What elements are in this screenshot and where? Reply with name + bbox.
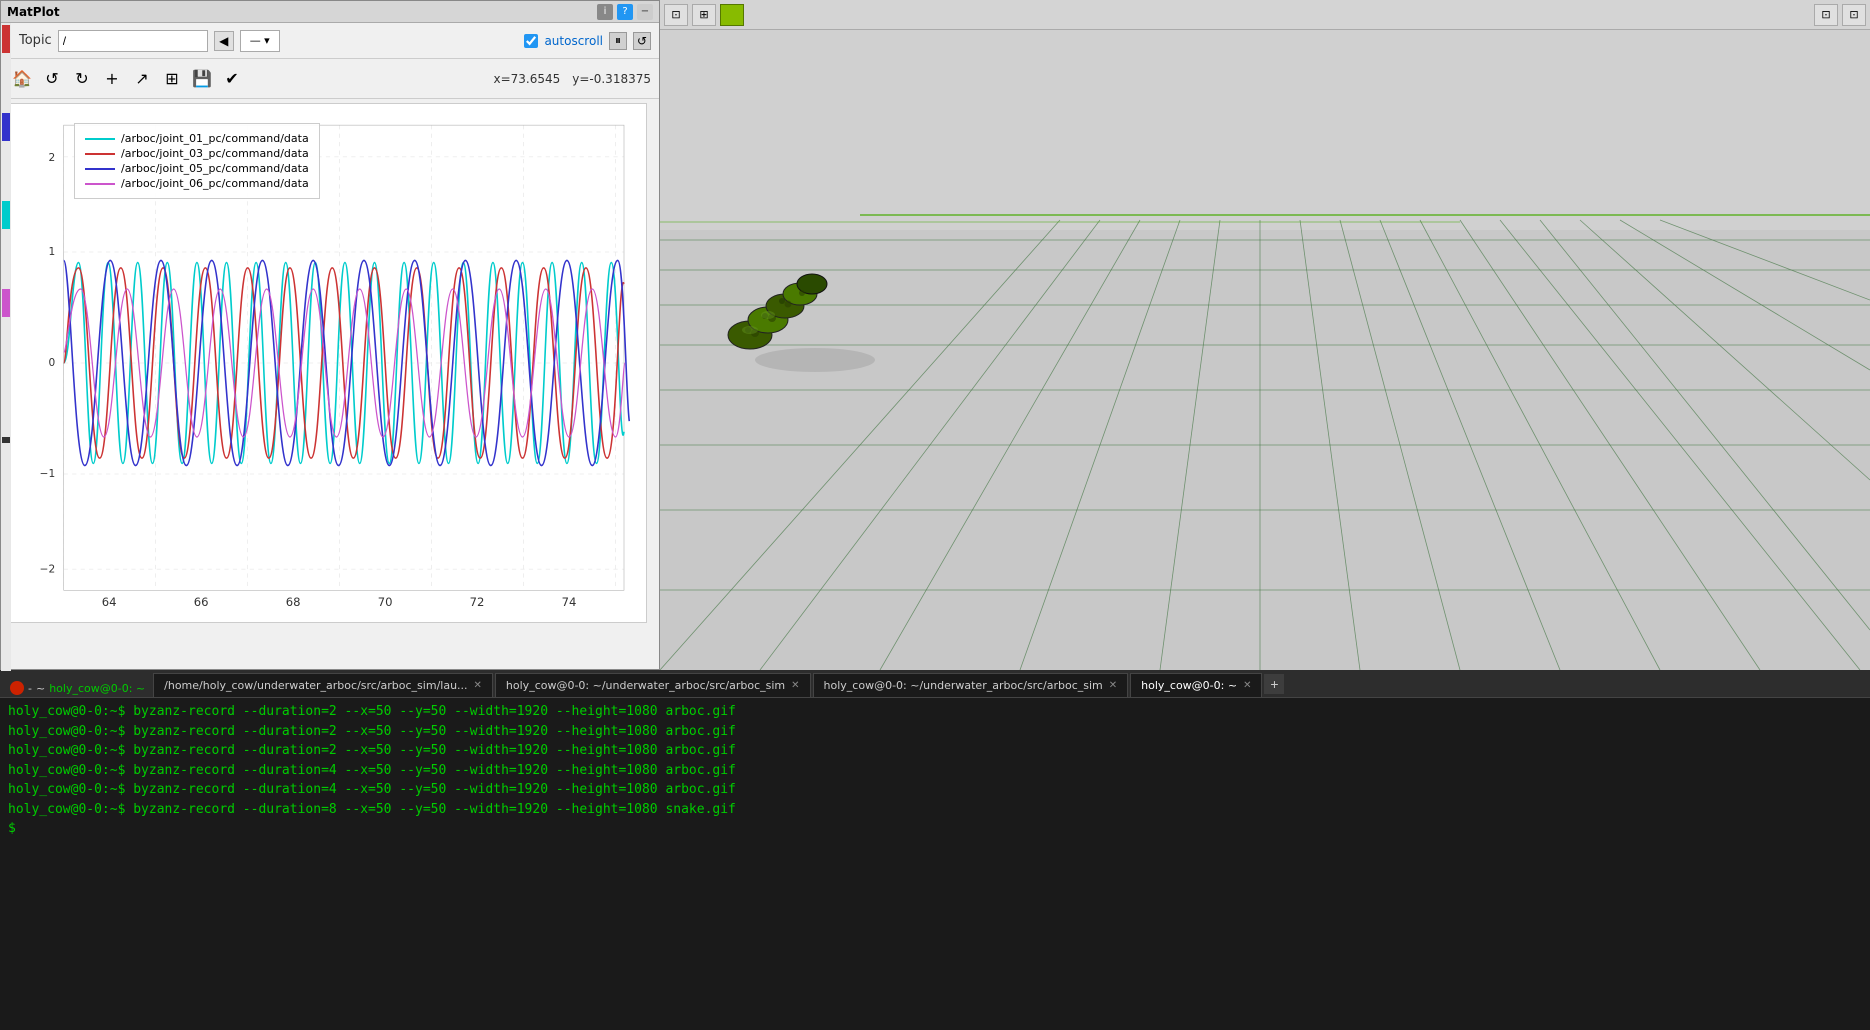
svg-text:−2: −2 [40, 563, 56, 575]
topic-bar: Topic ◀ — ▾ autoscroll ⏸ ↺ [11, 23, 659, 59]
legend-item-3: /arboc/joint_05_pc/command/data [85, 162, 309, 175]
new-tab-btn[interactable]: + [1264, 674, 1284, 694]
left-panel [1, 23, 11, 671]
terminal-tab-3[interactable]: holy_cow@0-0: ~/underwater_arboc/src/arb… [813, 673, 1129, 697]
refresh-btn[interactable]: ↺ [633, 32, 651, 50]
autoscroll-label: autoscroll [544, 34, 603, 48]
cmd-line-6: holy_cow@0-0:~$ byzanz-record --duration… [8, 800, 1862, 820]
svg-text:70: 70 [378, 595, 393, 609]
rviz-btn-4[interactable]: ⊡ [1814, 4, 1838, 26]
home-btn[interactable]: 🏠 [9, 66, 35, 92]
question-btn[interactable]: ? [617, 4, 633, 20]
scroll-indicator-dark [2, 437, 10, 443]
x-coord: x=73.6545 [493, 72, 560, 86]
tab-2-close[interactable]: ✕ [791, 680, 799, 691]
svg-text:−1: −1 [40, 468, 56, 480]
terminal-tab-2[interactable]: holy_cow@0-0: ~/underwater_arboc/src/arb… [495, 673, 811, 697]
scroll-indicator-purple [2, 289, 10, 317]
legend-color-3 [85, 168, 115, 170]
cmd-line-3: holy_cow@0-0:~$ byzanz-record --duration… [8, 741, 1862, 761]
legend-label-2: /arboc/joint_03_pc/command/data [121, 147, 309, 160]
terminal-tab-4[interactable]: holy_cow@0-0: ~ ✕ [1130, 673, 1262, 697]
topic-label: Topic [19, 33, 52, 48]
svg-text:74: 74 [562, 595, 577, 609]
back-btn[interactable]: ↺ [39, 66, 65, 92]
cmd-line-1: holy_cow@0-0:~$ byzanz-record --duration… [8, 702, 1862, 722]
viz-panel[interactable]: ⊡ ⊞ ⊡ ⊡ [660, 0, 1870, 670]
save-btn[interactable]: 💾 [189, 66, 215, 92]
plot-container[interactable]: 2 1 0 −1 −2 64 66 68 70 72 74 /a [9, 103, 647, 623]
select-btn[interactable]: ⊞ [159, 66, 185, 92]
svg-text:72: 72 [470, 595, 485, 609]
plot-coords: x=73.6545 y=-0.318375 [493, 72, 651, 86]
svg-text:0: 0 [49, 357, 56, 369]
red-dot-indicator [10, 681, 24, 695]
autoscroll-area: autoscroll [524, 34, 603, 48]
legend-item-1: /arboc/joint_01_pc/command/data [85, 132, 309, 145]
matplot-window: MatPlot i ? − Topic ◀ — ▾ autoscroll ⏸ ↺… [0, 0, 660, 670]
legend-label-3: /arboc/joint_05_pc/command/data [121, 162, 309, 175]
rviz-btn-5[interactable]: ⊡ [1842, 4, 1866, 26]
legend-box: /arboc/joint_01_pc/command/data /arboc/j… [74, 123, 320, 199]
window-title: MatPlot [7, 5, 60, 19]
rviz-btn-2[interactable]: ⊞ [692, 4, 716, 26]
config-btn[interactable]: ✔ [219, 66, 245, 92]
legend-label-1: /arboc/joint_01_pc/command/data [121, 132, 309, 145]
svg-text:66: 66 [194, 595, 209, 609]
info-btn[interactable]: i [597, 4, 613, 20]
viz-content [660, 30, 1870, 670]
svg-text:64: 64 [102, 595, 117, 609]
pause-btn[interactable]: ⏸ [609, 32, 627, 50]
terminal-tabs: - ~ holy_cow@0-0: ~ /home/holy_cow/under… [0, 670, 1870, 698]
dash-indicator: - [28, 682, 32, 695]
cmd-line-4: holy_cow@0-0:~$ byzanz-record --duration… [8, 761, 1862, 781]
tab-4-close[interactable]: ✕ [1243, 680, 1251, 691]
rviz-btn-3[interactable] [720, 4, 744, 26]
svg-text:2: 2 [49, 152, 56, 164]
legend-item-4: /arboc/joint_06_pc/command/data [85, 177, 309, 190]
tab-2-label: holy_cow@0-0: ~/underwater_arboc/src/arb… [506, 679, 785, 692]
rviz-btn-1[interactable]: ⊡ [664, 4, 688, 26]
cmd-prompt-line: $ [8, 819, 1862, 839]
viz-svg [660, 30, 1870, 670]
topic-prev-btn[interactable]: ◀ [214, 31, 234, 51]
scroll-indicator-red [2, 25, 10, 53]
scroll-indicator-cyan [2, 201, 10, 229]
legend-item-2: /arboc/joint_03_pc/command/data [85, 147, 309, 160]
tab-3-close[interactable]: ✕ [1109, 680, 1117, 691]
y-coord: y=-0.318375 [572, 72, 651, 86]
terminal-content[interactable]: holy_cow@0-0:~$ byzanz-record --duration… [0, 698, 1870, 843]
legend-color-4 [85, 183, 115, 185]
topic-input[interactable] [58, 30, 208, 52]
window-buttons: i ? − [597, 4, 653, 20]
zoom-in-btn[interactable]: + [99, 66, 125, 92]
terminal-tab-1[interactable]: /home/holy_cow/underwater_arboc/src/arbo… [153, 673, 493, 697]
close-btn[interactable]: − [637, 4, 653, 20]
active-tab-title: holy_cow@0-0: ~ [49, 682, 145, 695]
svg-text:1: 1 [49, 246, 56, 258]
plot-toolbar: 🏠 ↺ ↻ + ↗ ⊞ 💾 ✔ x=73.6545 y=-0.318375 [1, 59, 659, 99]
rviz-toolbar: ⊡ ⊞ ⊡ ⊡ [660, 0, 1870, 30]
terminal-area: - ~ holy_cow@0-0: ~ /home/holy_cow/under… [0, 670, 1870, 1030]
forward-btn[interactable]: ↻ [69, 66, 95, 92]
scroll-indicator-blue [2, 113, 10, 141]
legend-color-1 [85, 138, 115, 140]
tab-1-close[interactable]: ✕ [474, 680, 482, 691]
tilde-indicator: ~ [36, 682, 45, 695]
tab-4-label: holy_cow@0-0: ~ [1141, 679, 1237, 692]
tab-1-label: /home/holy_cow/underwater_arboc/src/arbo… [164, 679, 467, 692]
svg-text:68: 68 [286, 595, 301, 609]
autoscroll-checkbox[interactable] [524, 34, 538, 48]
legend-label-4: /arboc/joint_06_pc/command/data [121, 177, 309, 190]
cmd-line-5: holy_cow@0-0:~$ byzanz-record --duration… [8, 780, 1862, 800]
terminal-icon-area: - ~ holy_cow@0-0: ~ [4, 679, 151, 697]
pan-btn[interactable]: ↗ [129, 66, 155, 92]
tab-3-label: holy_cow@0-0: ~/underwater_arboc/src/arb… [824, 679, 1103, 692]
legend-color-2 [85, 153, 115, 155]
cmd-line-2: holy_cow@0-0:~$ byzanz-record --duration… [8, 722, 1862, 742]
topic-dropdown-btn[interactable]: — ▾ [240, 30, 280, 52]
matplot-titlebar: MatPlot i ? − [1, 1, 659, 23]
